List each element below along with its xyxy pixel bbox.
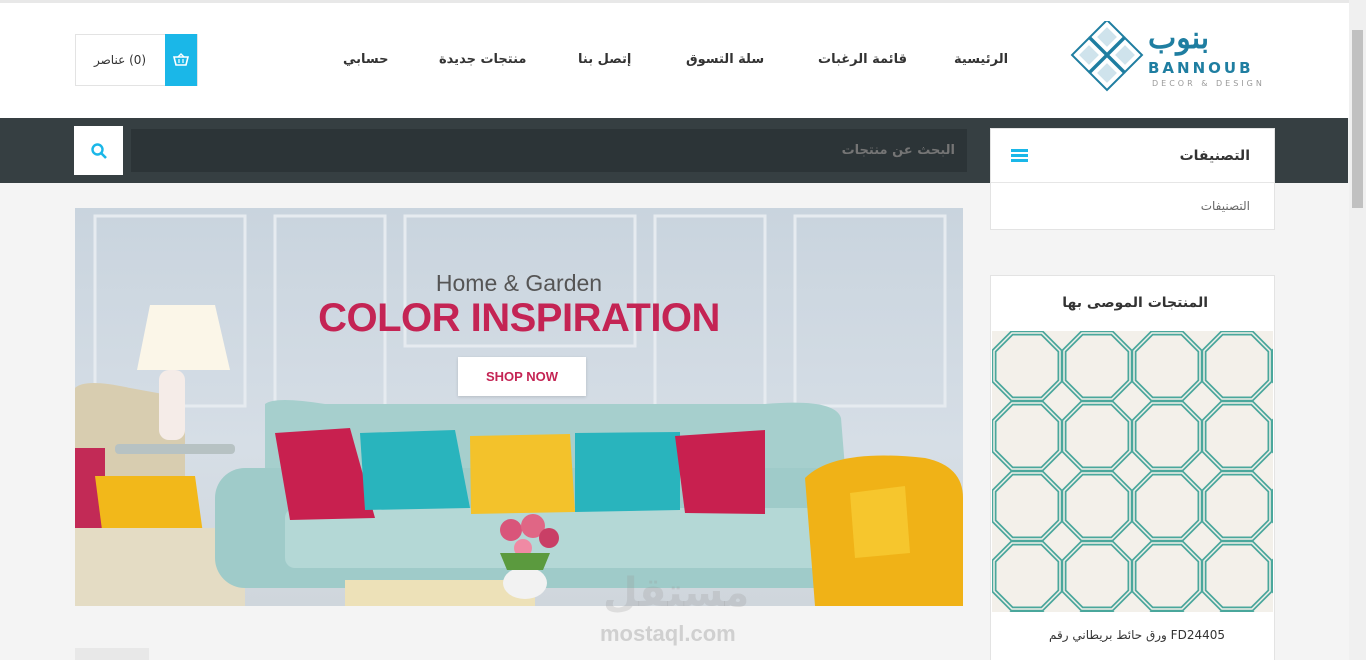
banner-title: COLOR INSPIRATION xyxy=(318,296,720,340)
hero-banner[interactable]: Home & Garden COLOR INSPIRATION SHOP NOW xyxy=(75,208,963,606)
scrollbar-thumb[interactable] xyxy=(1352,30,1363,208)
categories-panel: التصنيفات التصنيفات xyxy=(990,128,1275,230)
category-item[interactable]: التصنيفات xyxy=(1201,199,1250,213)
logo-tagline: DECOR & DESIGN xyxy=(1152,79,1265,88)
site-header: (0) عناصر الرئيسية قائمة الرغبات سلة الت… xyxy=(0,0,1366,118)
logo-english: BANNOUB xyxy=(1148,59,1254,77)
logo-emblem-icon xyxy=(1070,21,1144,92)
scrollbar[interactable] xyxy=(1349,0,1366,660)
logo-arabic: بنوب xyxy=(1148,21,1210,56)
categories-title: التصنيفات xyxy=(1179,148,1250,164)
cart-label: (0) عناصر xyxy=(94,53,147,67)
menu-icon[interactable] xyxy=(1011,149,1028,163)
shop-now-button[interactable]: SHOP NOW xyxy=(458,357,586,396)
nav-contact[interactable]: إتصل بنا xyxy=(578,52,631,67)
section-tab[interactable] xyxy=(75,648,149,660)
logo[interactable]: بنوب BANNOUB DECOR & DESIGN xyxy=(1068,21,1278,101)
nav-home[interactable]: الرئيسية xyxy=(954,52,1008,67)
nav-wishlist[interactable]: قائمة الرغبات xyxy=(818,52,907,67)
recommended-title: المنتجات الموصى بها xyxy=(1062,295,1208,311)
search-input[interactable] xyxy=(131,129,967,172)
categories-header[interactable]: التصنيفات xyxy=(991,129,1274,183)
cart-button[interactable]: (0) عناصر xyxy=(75,34,198,86)
nav-cart[interactable]: سلة التسوق xyxy=(686,52,764,67)
watermark-english: mostaql.com xyxy=(600,621,736,646)
search-icon xyxy=(90,142,107,159)
banner-room-illustration xyxy=(75,214,963,606)
banner-subtitle: Home & Garden xyxy=(435,270,603,296)
product-name[interactable]: ورق حائط بريطاني رقم FD24405 xyxy=(1049,628,1225,642)
product-image[interactable] xyxy=(992,331,1273,612)
search-button[interactable] xyxy=(74,126,123,175)
nav-account[interactable]: حسابي xyxy=(343,52,389,67)
nav-new-products[interactable]: منتجات جديدة xyxy=(439,52,526,67)
recommended-panel: المنتجات الموصى بها ورق حائط بريطاني رقم… xyxy=(990,275,1275,660)
watermark-arabic: مستقل xyxy=(603,570,750,616)
basket-icon[interactable] xyxy=(165,34,197,86)
